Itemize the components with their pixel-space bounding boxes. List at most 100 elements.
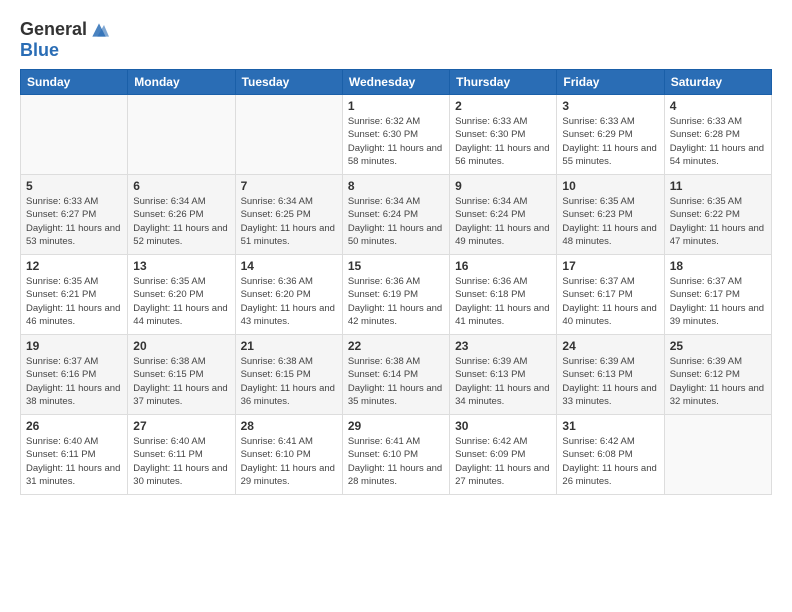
day-info: Sunrise: 6:41 AM Sunset: 6:10 PM Dayligh… <box>241 435 337 488</box>
calendar-cell: 6Sunrise: 6:34 AM Sunset: 6:26 PM Daylig… <box>128 175 235 255</box>
calendar-cell: 15 Sunrise: 6:36 AM Sunset: 6:19 PM Dayli… <box>342 255 449 335</box>
day-info: Sunrise: 6:34 AM Sunset: 6:25 PM Dayligh… <box>241 195 337 248</box>
weekday-header-friday: Friday <box>557 70 664 95</box>
calendar-cell: 13 Sunrise: 6:35 AM Sunset: 6:20 PM Dayli… <box>128 255 235 335</box>
calendar-cell: 17 Sunrise: 6:37 AM Sunset: 6:17 PM Dayli… <box>557 255 664 335</box>
day-info: Sunrise: 6:42 AM Sunset: 6:08 PM Dayligh… <box>562 435 658 488</box>
day-number: 2 <box>455 99 551 113</box>
weekday-header-saturday: Saturday <box>664 70 771 95</box>
day-info: Sunrise: 6:33 AM Sunset: 6:27 PM Dayligh… <box>26 195 122 248</box>
day-number: 15 <box>348 259 444 273</box>
day-info: Sunrise: 6:39 AM Sunset: 6:13 PM Dayligh… <box>455 355 551 408</box>
day-number: 7 <box>241 179 337 193</box>
day-info: Sunrise: 6:39 AM Sunset: 6:12 PM Dayligh… <box>670 355 766 408</box>
calendar-cell: 8 Sunrise: 6:34 AM Sunset: 6:24 PM Daylig… <box>342 175 449 255</box>
calendar-cell: 27 Sunrise: 6:40 AM Sunset: 6:11 PM Dayli… <box>128 415 235 495</box>
day-number: 30 <box>455 419 551 433</box>
day-info: Sunrise: 6:33 AM Sunset: 6:30 PM Dayligh… <box>455 115 551 168</box>
day-info: Sunrise: 6:36 AM Sunset: 6:19 PM Dayligh… <box>348 275 444 328</box>
calendar-body: 1 Sunrise: 6:32 AM Sunset: 6:30 PM Daylig… <box>21 95 772 495</box>
day-info: Sunrise: 6:35 AM Sunset: 6:20 PM Dayligh… <box>133 275 229 328</box>
logo-text-blue: Blue <box>20 40 109 61</box>
day-number: 23 <box>455 339 551 353</box>
calendar-cell: 22 Sunrise: 6:38 AM Sunset: 6:14 PM Dayli… <box>342 335 449 415</box>
calendar-cell: 2 Sunrise: 6:33 AM Sunset: 6:30 PM Daylig… <box>450 95 557 175</box>
calendar-cell <box>128 95 235 175</box>
calendar-cell <box>21 95 128 175</box>
calendar-cell: 7 Sunrise: 6:34 AM Sunset: 6:25 PM Daylig… <box>235 175 342 255</box>
calendar-cell: 31Sunrise: 6:42 AM Sunset: 6:08 PM Dayli… <box>557 415 664 495</box>
calendar-cell: 26 Sunrise: 6:40 AM Sunset: 6:11 PM Dayli… <box>21 415 128 495</box>
day-number: 3 <box>562 99 658 113</box>
day-number: 17 <box>562 259 658 273</box>
calendar-cell: 30Sunrise: 6:42 AM Sunset: 6:09 PM Dayli… <box>450 415 557 495</box>
day-info: Sunrise: 6:39 AM Sunset: 6:13 PM Dayligh… <box>562 355 658 408</box>
calendar-cell: 10 Sunrise: 6:35 AM Sunset: 6:23 PM Dayli… <box>557 175 664 255</box>
calendar-header: SundayMondayTuesdayWednesdayThursdayFrid… <box>21 70 772 95</box>
calendar-week-row: 12 Sunrise: 6:35 AM Sunset: 6:21 PM Dayli… <box>21 255 772 335</box>
day-number: 11 <box>670 179 766 193</box>
calendar-week-row: 19Sunrise: 6:37 AM Sunset: 6:16 PM Dayli… <box>21 335 772 415</box>
day-number: 8 <box>348 179 444 193</box>
day-info: Sunrise: 6:37 AM Sunset: 6:17 PM Dayligh… <box>670 275 766 328</box>
calendar-cell: 19Sunrise: 6:37 AM Sunset: 6:16 PM Dayli… <box>21 335 128 415</box>
day-number: 22 <box>348 339 444 353</box>
day-info: Sunrise: 6:40 AM Sunset: 6:11 PM Dayligh… <box>133 435 229 488</box>
day-number: 6 <box>133 179 229 193</box>
calendar-cell: 5 Sunrise: 6:33 AM Sunset: 6:27 PM Daylig… <box>21 175 128 255</box>
day-number: 26 <box>26 419 122 433</box>
day-number: 4 <box>670 99 766 113</box>
weekday-header-row: SundayMondayTuesdayWednesdayThursdayFrid… <box>21 70 772 95</box>
calendar-cell: 25 Sunrise: 6:39 AM Sunset: 6:12 PM Dayli… <box>664 335 771 415</box>
weekday-header-monday: Monday <box>128 70 235 95</box>
calendar-cell: 4Sunrise: 6:33 AM Sunset: 6:28 PM Daylig… <box>664 95 771 175</box>
day-info: Sunrise: 6:35 AM Sunset: 6:22 PM Dayligh… <box>670 195 766 248</box>
day-number: 27 <box>133 419 229 433</box>
day-info: Sunrise: 6:38 AM Sunset: 6:15 PM Dayligh… <box>241 355 337 408</box>
calendar-cell: 11 Sunrise: 6:35 AM Sunset: 6:22 PM Dayli… <box>664 175 771 255</box>
day-number: 10 <box>562 179 658 193</box>
calendar-cell: 3 Sunrise: 6:33 AM Sunset: 6:29 PM Daylig… <box>557 95 664 175</box>
day-info: Sunrise: 6:37 AM Sunset: 6:16 PM Dayligh… <box>26 355 122 408</box>
calendar-cell <box>235 95 342 175</box>
calendar-cell: 28 Sunrise: 6:41 AM Sunset: 6:10 PM Dayli… <box>235 415 342 495</box>
day-info: Sunrise: 6:36 AM Sunset: 6:18 PM Dayligh… <box>455 275 551 328</box>
calendar-cell: 24Sunrise: 6:39 AM Sunset: 6:13 PM Dayli… <box>557 335 664 415</box>
weekday-header-sunday: Sunday <box>21 70 128 95</box>
day-number: 25 <box>670 339 766 353</box>
day-info: Sunrise: 6:37 AM Sunset: 6:17 PM Dayligh… <box>562 275 658 328</box>
calendar-cell: 1 Sunrise: 6:32 AM Sunset: 6:30 PM Daylig… <box>342 95 449 175</box>
weekday-header-wednesday: Wednesday <box>342 70 449 95</box>
day-info: Sunrise: 6:35 AM Sunset: 6:21 PM Dayligh… <box>26 275 122 328</box>
calendar-cell: 29Sunrise: 6:41 AM Sunset: 6:10 PM Dayli… <box>342 415 449 495</box>
day-number: 9 <box>455 179 551 193</box>
calendar-week-row: 1 Sunrise: 6:32 AM Sunset: 6:30 PM Daylig… <box>21 95 772 175</box>
day-number: 20 <box>133 339 229 353</box>
logo: General Blue <box>20 20 109 61</box>
calendar-cell: 23 Sunrise: 6:39 AM Sunset: 6:13 PM Dayli… <box>450 335 557 415</box>
calendar-cell: 14Sunrise: 6:36 AM Sunset: 6:20 PM Dayli… <box>235 255 342 335</box>
page-header: General Blue <box>20 20 772 61</box>
logo-icon <box>89 20 109 40</box>
calendar-cell: 21 Sunrise: 6:38 AM Sunset: 6:15 PM Dayli… <box>235 335 342 415</box>
day-info: Sunrise: 6:32 AM Sunset: 6:30 PM Dayligh… <box>348 115 444 168</box>
day-info: Sunrise: 6:33 AM Sunset: 6:29 PM Dayligh… <box>562 115 658 168</box>
day-number: 16 <box>455 259 551 273</box>
day-number: 1 <box>348 99 444 113</box>
day-number: 28 <box>241 419 337 433</box>
day-info: Sunrise: 6:38 AM Sunset: 6:14 PM Dayligh… <box>348 355 444 408</box>
day-number: 21 <box>241 339 337 353</box>
day-info: Sunrise: 6:35 AM Sunset: 6:23 PM Dayligh… <box>562 195 658 248</box>
weekday-header-tuesday: Tuesday <box>235 70 342 95</box>
day-info: Sunrise: 6:38 AM Sunset: 6:15 PM Dayligh… <box>133 355 229 408</box>
day-number: 18 <box>670 259 766 273</box>
calendar-cell: 20 Sunrise: 6:38 AM Sunset: 6:15 PM Dayli… <box>128 335 235 415</box>
day-number: 12 <box>26 259 122 273</box>
day-number: 5 <box>26 179 122 193</box>
logo-text-general: General <box>20 20 87 40</box>
day-info: Sunrise: 6:40 AM Sunset: 6:11 PM Dayligh… <box>26 435 122 488</box>
weekday-header-thursday: Thursday <box>450 70 557 95</box>
day-number: 14 <box>241 259 337 273</box>
day-info: Sunrise: 6:34 AM Sunset: 6:24 PM Dayligh… <box>348 195 444 248</box>
day-number: 13 <box>133 259 229 273</box>
